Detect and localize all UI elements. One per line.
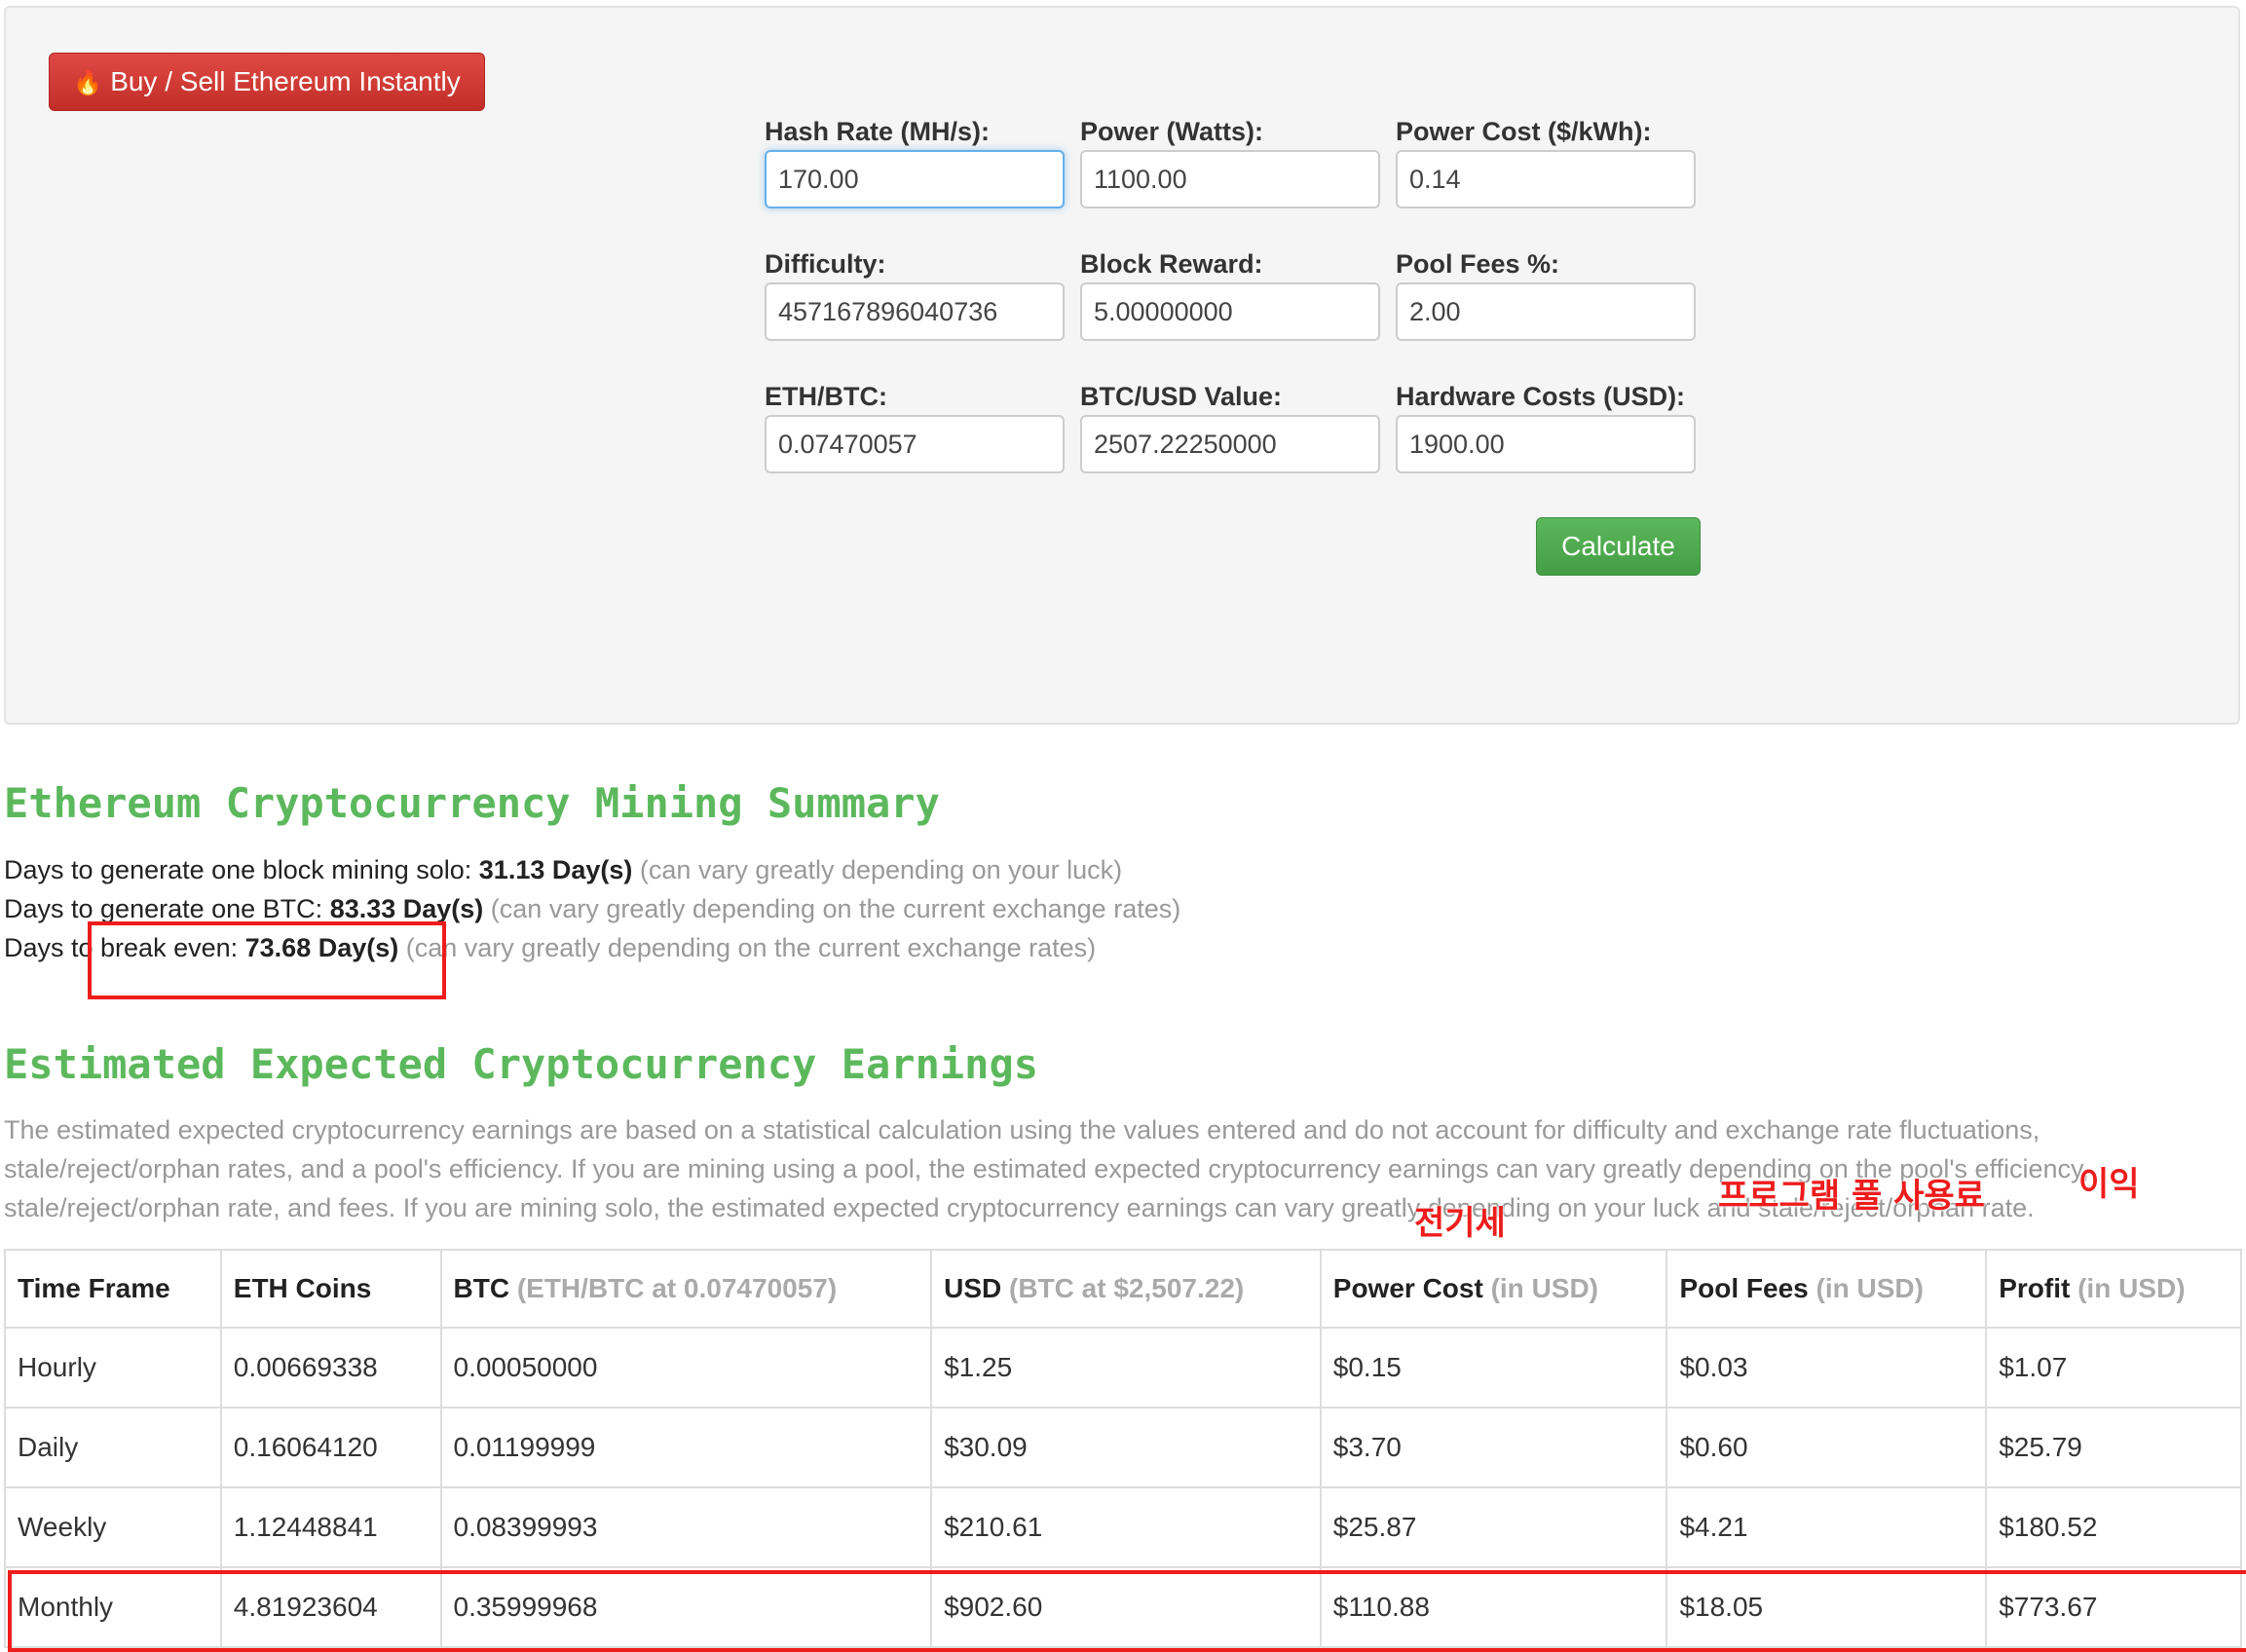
earnings-header-row: Time Frame ETH Coins BTC (ETH/BTC at 0.0…: [4, 1249, 2242, 1329]
table-cell: 0.01199999: [439, 1407, 933, 1488]
table-cell: 1.12448841: [219, 1486, 442, 1568]
pool-fees-field: Pool Fees %: 2.00: [1396, 245, 1696, 341]
summary-line-btc-value: 83.33 Day(s): [329, 894, 484, 923]
summary-line-break-even: Days to break even: 73.68 Day(s) (can va…: [4, 933, 1096, 963]
header-usd: USD (BTC at $2,507.22): [930, 1249, 1322, 1329]
header-power-cost: Power Cost (in USD): [1319, 1249, 1668, 1329]
hash-rate-label: Hash Rate (MH/s):: [765, 117, 991, 146]
hash-rate-field: Hash Rate (MH/s): 170.00: [765, 113, 1065, 208]
annotation-electricity: 전기세: [1414, 1204, 1506, 1243]
pool-fees-label: Pool Fees %:: [1396, 249, 1560, 279]
block-reward-input[interactable]: 5.00000000: [1080, 282, 1380, 341]
power-cost-field: Power Cost ($/kWh): 0.14: [1396, 113, 1696, 208]
annotation-profit: 이익: [2078, 1165, 2140, 1204]
calculator-panel: 🔥 Buy / Sell Ethereum Instantly Hash Rate…: [4, 6, 2240, 725]
pool-fees-input[interactable]: 2.00: [1396, 282, 1696, 341]
table-cell: $0.60: [1666, 1407, 1988, 1488]
table-cell: 4.81923604: [219, 1566, 442, 1648]
eth-btc-label: ETH/BTC:: [765, 382, 887, 411]
summary-title: Ethereum Cryptocurrency Mining Summary: [4, 779, 940, 827]
hardware-costs-field: Hardware Costs (USD): 1900.00: [1396, 378, 1696, 473]
summary-line-btc: Days to generate one BTC: 83.33 Day(s) (…: [4, 894, 1180, 924]
table-cell: 0.00050000: [439, 1327, 933, 1408]
table-cell: $773.67: [1985, 1566, 2242, 1648]
table-cell: 0.35999968: [439, 1566, 933, 1648]
annotation-program-pool-fee: 프로그램 풀 사용료: [1718, 1177, 1985, 1216]
table-cell: $110.88: [1319, 1566, 1668, 1648]
table-cell: $902.60: [930, 1566, 1322, 1648]
difficulty-input[interactable]: 457167896040736: [765, 282, 1065, 341]
header-eth-coins: ETH Coins: [219, 1249, 442, 1329]
difficulty-label: Difficulty:: [765, 249, 886, 279]
buy-sell-label: Buy / Sell Ethereum Instantly: [110, 66, 461, 96]
power-field: Power (Watts): 1100.00: [1080, 113, 1380, 208]
header-pool-fees: Pool Fees (in USD): [1666, 1249, 1988, 1329]
power-cost-label: Power Cost ($/kWh):: [1396, 117, 1652, 146]
table-cell: $0.15: [1319, 1327, 1668, 1408]
earnings-title: Estimated Expected Cryptocurrency Earnin…: [4, 1040, 1039, 1088]
summary-line-btc-prefix: Days to generate one BTC:: [4, 894, 330, 923]
table-row: Weekly 1.12448841 0.08399993 $210.61 $25…: [4, 1486, 2242, 1568]
table-cell: $1.25: [930, 1327, 1322, 1408]
summary-line-break-even-prefix: Days to break even:: [4, 933, 245, 962]
table-cell: 0.16064120: [219, 1407, 442, 1488]
table-cell: Daily: [4, 1407, 222, 1488]
table-cell: $18.05: [1666, 1566, 1988, 1648]
summary-line-break-even-note: (can vary greatly depending on the curre…: [398, 933, 1097, 962]
hardware-costs-input[interactable]: 1900.00: [1396, 415, 1696, 473]
hardware-costs-label: Hardware Costs (USD):: [1396, 382, 1686, 411]
btc-usd-input[interactable]: 2507.22250000: [1080, 415, 1380, 473]
difficulty-field: Difficulty: 457167896040736: [765, 245, 1065, 341]
table-cell: $180.52: [1985, 1486, 2242, 1568]
header-time-frame: Time Frame: [4, 1249, 222, 1329]
table-cell: $30.09: [930, 1407, 1322, 1488]
table-cell: 0.00669338: [219, 1327, 442, 1408]
eth-btc-input[interactable]: 0.07470057: [765, 415, 1065, 473]
calculate-button[interactable]: Calculate: [1536, 517, 1701, 576]
block-reward-field: Block Reward: 5.00000000: [1080, 245, 1380, 341]
btc-usd-label: BTC/USD Value:: [1080, 382, 1283, 411]
summary-line-block-prefix: Days to generate one block mining solo:: [4, 855, 479, 884]
btc-usd-field: BTC/USD Value: 2507.22250000: [1080, 378, 1380, 473]
summary-line-block-note: (can vary greatly depending on your luck…: [632, 855, 1123, 884]
buy-sell-ethereum-button[interactable]: 🔥 Buy / Sell Ethereum Instantly: [49, 53, 485, 111]
table-row: Hourly 0.00669338 0.00050000 $1.25 $0.15…: [4, 1327, 2242, 1408]
summary-line-block-value: 31.13 Day(s): [478, 855, 633, 884]
table-cell: $1.07: [1985, 1327, 2242, 1408]
header-profit: Profit (in USD): [1985, 1249, 2242, 1329]
eth-btc-field: ETH/BTC: 0.07470057: [765, 378, 1065, 473]
summary-line-btc-note: (can vary greatly depending on the curre…: [483, 894, 1181, 923]
table-cell: Weekly: [4, 1486, 222, 1568]
power-input[interactable]: 1100.00: [1080, 150, 1380, 208]
block-reward-label: Block Reward:: [1080, 249, 1263, 279]
earnings-table: Time Frame ETH Coins BTC (ETH/BTC at 0.0…: [4, 1249, 2242, 1648]
table-cell: $0.03: [1666, 1327, 1988, 1408]
power-cost-input[interactable]: 0.14: [1396, 150, 1696, 208]
table-cell: 0.08399993: [439, 1486, 933, 1568]
table-cell: $210.61: [930, 1486, 1322, 1568]
summary-line-block: Days to generate one block mining solo: …: [4, 855, 1122, 885]
hash-rate-input[interactable]: 170.00: [765, 150, 1065, 208]
power-label: Power (Watts):: [1080, 117, 1263, 146]
table-cell: Monthly: [4, 1566, 222, 1648]
header-btc: BTC (ETH/BTC at 0.07470057): [439, 1249, 933, 1329]
summary-line-break-even-value: 73.68 Day(s): [244, 933, 399, 962]
table-cell: $4.21: [1666, 1486, 1988, 1568]
table-cell: $3.70: [1319, 1407, 1668, 1488]
table-row: Daily 0.16064120 0.01199999 $30.09 $3.70…: [4, 1407, 2242, 1488]
table-row: Monthly 4.81923604 0.35999968 $902.60 $1…: [4, 1566, 2242, 1648]
fire-icon: 🔥: [73, 70, 103, 96]
table-cell: $25.87: [1319, 1486, 1668, 1568]
table-cell: Hourly: [4, 1327, 222, 1408]
table-cell: $25.79: [1985, 1407, 2242, 1488]
